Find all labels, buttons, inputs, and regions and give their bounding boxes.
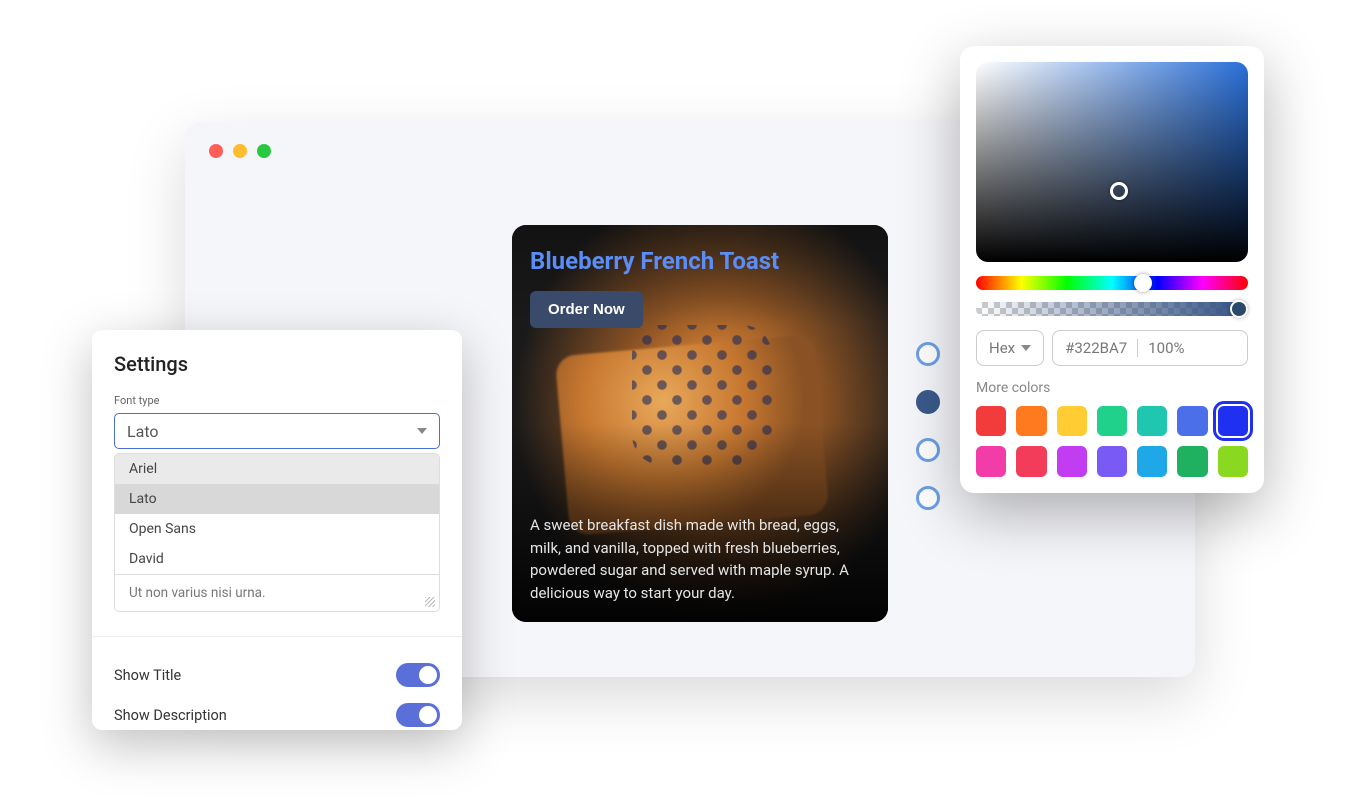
swatch-green[interactable] — [1097, 406, 1127, 436]
recipe-description: A sweet breakfast dish made with bread, … — [530, 514, 870, 604]
minimize-window-button[interactable] — [233, 144, 247, 158]
recipe-card: Blueberry French Toast Order Now A sweet… — [512, 225, 888, 622]
swatch-yellow[interactable] — [1057, 406, 1087, 436]
slide-indicator-nav — [916, 342, 940, 510]
settings-title: Settings — [114, 352, 440, 376]
textarea-value: Ut non varius nisi urna. — [129, 585, 266, 601]
hue-slider[interactable] — [976, 276, 1248, 290]
show-description-row: Show Description — [114, 695, 440, 735]
font-type-label: Font type — [114, 394, 440, 407]
chevron-down-icon — [417, 428, 427, 434]
alpha-handle[interactable] — [1230, 300, 1248, 318]
more-colors-label: More colors — [976, 380, 1248, 396]
slide-dot-1[interactable] — [916, 342, 940, 366]
swatch-grid — [976, 406, 1248, 477]
swatch-magenta[interactable] — [976, 446, 1006, 476]
font-option-david[interactable]: David — [115, 544, 439, 574]
alpha-slider[interactable] — [976, 302, 1248, 316]
slide-dot-4[interactable] — [916, 486, 940, 510]
swatch-lime[interactable] — [1218, 446, 1248, 476]
hex-input[interactable]: #322BA7 100% — [1052, 330, 1248, 366]
swatch-orange[interactable] — [1016, 406, 1046, 436]
window-controls — [209, 144, 271, 158]
swatch-emerald[interactable] — [1177, 446, 1207, 476]
slide-dot-3[interactable] — [916, 438, 940, 462]
font-option-opensans[interactable]: Open Sans — [115, 514, 439, 544]
font-type-select[interactable]: Lato — [114, 413, 440, 449]
description-textarea[interactable]: Ut non varius nisi urna. — [115, 574, 439, 611]
color-input-row: Hex #322BA7 100% — [976, 330, 1248, 366]
swatch-blue[interactable] — [1177, 406, 1207, 436]
font-option-lato[interactable]: Lato — [115, 484, 439, 514]
color-picker-panel: Hex #322BA7 100% More colors — [960, 46, 1264, 493]
swatch-teal[interactable] — [1137, 406, 1167, 436]
slide-dot-2[interactable] — [916, 390, 940, 414]
swatch-skyblue[interactable] — [1137, 446, 1167, 476]
color-format-select[interactable]: Hex — [976, 330, 1044, 366]
saturation-value-area[interactable] — [976, 62, 1248, 262]
close-window-button[interactable] — [209, 144, 223, 158]
hue-handle[interactable] — [1134, 274, 1152, 292]
show-description-label: Show Description — [114, 707, 227, 724]
divider — [92, 636, 462, 637]
opacity-value: 100% — [1148, 339, 1184, 357]
maximize-window-button[interactable] — [257, 144, 271, 158]
show-title-toggle[interactable] — [396, 663, 440, 687]
swatch-pink[interactable] — [1016, 446, 1046, 476]
font-type-dropdown: Ariel Lato Open Sans David Ut non varius… — [114, 453, 440, 612]
show-title-row: Show Title — [114, 655, 440, 695]
recipe-title: Blueberry French Toast — [530, 247, 779, 275]
hex-value: #322BA7 — [1065, 339, 1127, 357]
chevron-down-icon — [1021, 345, 1031, 351]
color-cursor[interactable] — [1110, 182, 1128, 200]
swatch-purple[interactable] — [1057, 446, 1087, 476]
font-option-ariel[interactable]: Ariel — [115, 454, 439, 484]
separator — [1137, 339, 1138, 357]
show-description-toggle[interactable] — [396, 703, 440, 727]
color-format-value: Hex — [989, 339, 1015, 357]
order-now-button[interactable]: Order Now — [530, 291, 643, 328]
swatch-red[interactable] — [976, 406, 1006, 436]
swatch-violet[interactable] — [1097, 446, 1127, 476]
show-title-label: Show Title — [114, 667, 181, 684]
resize-handle-icon[interactable] — [425, 597, 435, 607]
settings-panel: Settings Font type Lato Ariel Lato Open … — [92, 330, 462, 730]
swatch-royalblue[interactable] — [1218, 406, 1248, 436]
font-type-selected-value: Lato — [127, 422, 159, 441]
